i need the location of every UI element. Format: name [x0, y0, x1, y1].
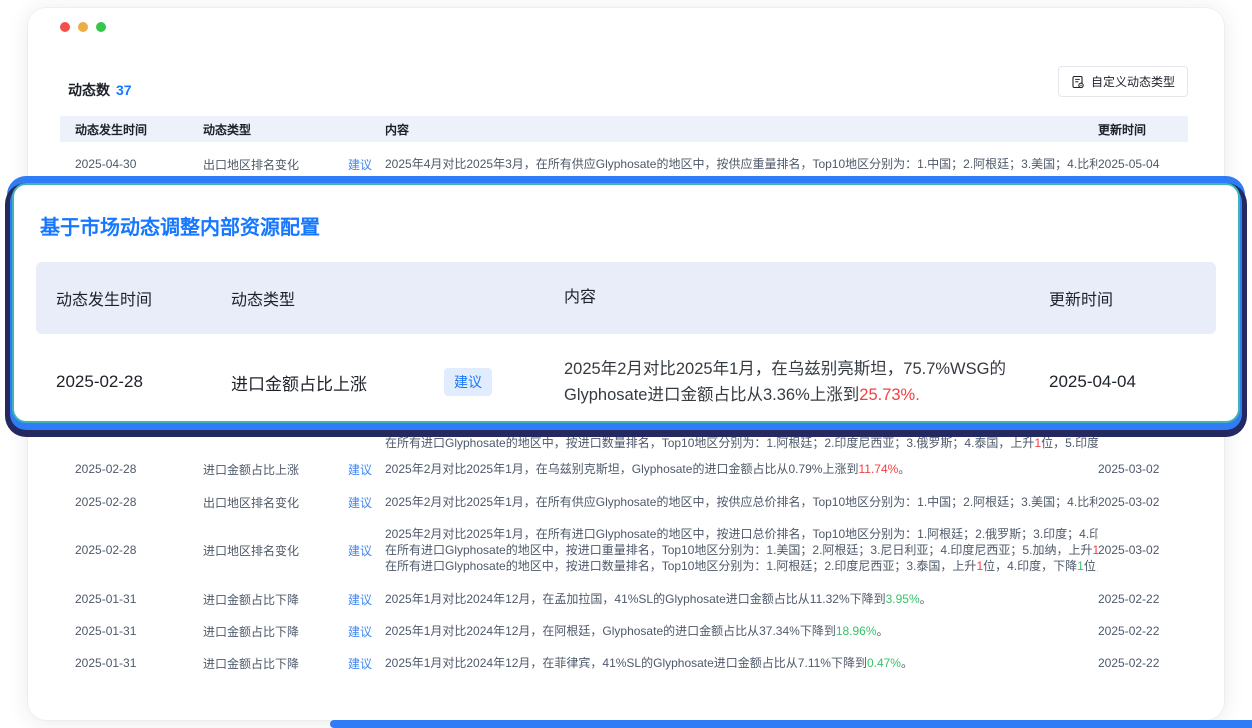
suggestion-link[interactable]: 建议 — [348, 424, 372, 438]
overlay-column-content: 内容 — [564, 285, 1049, 311]
row-date: 2025-02-28 — [60, 462, 203, 476]
table-header: 动态发生时间 动态类型 内容 更新时间 — [60, 116, 1188, 142]
overlay-column-updated: 更新时间 — [1049, 286, 1183, 310]
highlighted-row-card: 基于市场动态调整内部资源配置 动态发生时间 动态类型 内容 更新时间 2025-… — [12, 183, 1240, 423]
suggestion-link[interactable]: 建议 — [348, 463, 372, 477]
row-content: 2025年4月对比2025年3月，在所有供应Glyphosate的地区中，按供应… — [385, 156, 1098, 172]
suggestion-link[interactable]: 建议 — [348, 544, 372, 558]
row-type: 出口地区排名变化 — [203, 156, 348, 173]
table-row: 2025-02-28 进口金额占比上涨 建议 2025年2月对比2025年1月，… — [60, 454, 1188, 484]
customize-dynamic-type-label: 自定义动态类型 — [1091, 73, 1175, 90]
overlay-row-type: 进口金额占比上涨 — [231, 370, 444, 395]
column-header-updated: 更新时间 — [1098, 121, 1188, 138]
row-type: 进口地区排名变化 — [203, 422, 348, 439]
row-updated: 2025-03-02 — [1098, 462, 1188, 476]
overlay-suggestion-badge[interactable]: 建议 — [444, 368, 492, 396]
column-header-type: 动态类型 — [203, 121, 385, 138]
row-type: 进口地区排名变化 — [203, 542, 348, 559]
table-row: 2025-01-31 进口金额占比下降 建议 2025年1月对比2024年12月… — [60, 616, 1188, 646]
overlay-column-type: 动态类型 — [231, 286, 564, 310]
suggestion-link[interactable]: 建议 — [348, 593, 372, 607]
suggestion-link[interactable]: 建议 — [348, 625, 372, 639]
dynamics-count: 动态数 37 — [68, 80, 132, 100]
row-type: 出口地区排名变化 — [203, 494, 348, 511]
overlay-table-header: 动态发生时间 动态类型 内容 更新时间 — [36, 262, 1216, 334]
row-date: 2025-01-31 — [60, 624, 203, 638]
row-content: 2025年2月对比2025年1月，在所有供应Glyphosate的地区中，按供应… — [385, 494, 1098, 510]
row-updated: 2025-02-22 — [1098, 592, 1188, 606]
window-controls — [60, 22, 106, 32]
row-updated: 2025-03-04 — [1098, 422, 1188, 436]
row-updated: 2025-05-04 — [1098, 157, 1188, 171]
row-updated: 2025-02-22 — [1098, 624, 1188, 638]
maximize-window-icon[interactable] — [96, 22, 106, 32]
table-row: 2025-02-28 进口地区排名变化 建议 2025年2月对比2025年1月，… — [60, 520, 1188, 580]
row-type: 进口金额占比上涨 — [203, 461, 348, 478]
suggestion-link[interactable]: 建议 — [348, 496, 372, 510]
overlay-row-content: 2025年2月对比2025年1月，在乌兹别亮斯坦，75.7%WSG的Glypho… — [564, 356, 1049, 408]
overlay-column-date: 动态发生时间 — [36, 286, 231, 310]
dynamics-count-value: 37 — [116, 82, 132, 98]
column-header-date: 动态发生时间 — [60, 121, 203, 138]
row-date: 2025-01-31 — [60, 656, 203, 670]
minimize-window-icon[interactable] — [78, 22, 88, 32]
suggestion-link[interactable]: 建议 — [348, 158, 372, 172]
table-row: 2025-04-30 出口地区排名变化 建议 2025年4月对比2025年3月，… — [60, 149, 1188, 179]
row-updated: 2025-03-02 — [1098, 543, 1188, 557]
row-content: 2025年1月对比2024年12月，在菲律宾，41%SL的Glyphosate进… — [385, 655, 1098, 671]
overlay-row: 2025-02-28 进口金额占比上涨 建议 2025年2月对比2025年1月，… — [36, 340, 1216, 424]
bottom-accent-bar — [330, 720, 1252, 728]
overlay-row-date: 2025-02-28 — [36, 372, 231, 392]
overlay-table: 动态发生时间 动态类型 内容 更新时间 2025-02-28 进口金额占比上涨 … — [36, 262, 1216, 424]
row-content: 在所有进口Glyphosate的地区中，按进口数量排名，Top10地区分别为：1… — [385, 422, 1098, 451]
row-date: 2025-01-31 — [60, 592, 203, 606]
row-date: 2025-04-30 — [60, 157, 203, 171]
table-row: 2025-01-31 进口金额占比下降 建议 2025年1月对比2024年12月… — [60, 648, 1188, 678]
customize-dynamic-type-button[interactable]: 自定义动态类型 — [1058, 66, 1188, 97]
document-gear-icon — [1071, 75, 1085, 89]
row-date: 2025-02-28 — [60, 543, 203, 557]
overlay-title: 基于市场动态调整内部资源配置 — [40, 211, 1216, 240]
table-row: 2025-01-31 进口金额占比下降 建议 2025年1月对比2024年12月… — [60, 584, 1188, 614]
row-type: 进口金额占比下降 — [203, 591, 348, 608]
row-content: 2025年2月对比2025年1月，在乌兹别克斯坦，Glyphosate的进口金额… — [385, 461, 1098, 477]
close-window-icon[interactable] — [60, 22, 70, 32]
row-date: 2025-02-28 — [60, 495, 203, 509]
row-updated: 2025-03-02 — [1098, 495, 1188, 509]
table-row: 2025-02-28 出口地区排名变化 建议 2025年2月对比2025年1月，… — [60, 487, 1188, 517]
dynamics-count-label: 动态数 — [68, 82, 110, 98]
row-content: 2025年1月对比2024年12月，在孟加拉国，41%SL的Glyphosate… — [385, 591, 1098, 607]
row-type: 进口金额占比下降 — [203, 623, 348, 640]
row-content: 2025年2月对比2025年1月，在所有进口Glyphosate的地区中，按进口… — [385, 526, 1098, 574]
suggestion-link[interactable]: 建议 — [348, 657, 372, 671]
row-content: 2025年1月对比2024年12月，在阿根廷，Glyphosate的进口金额占比… — [385, 623, 1098, 639]
row-updated: 2025-02-22 — [1098, 656, 1188, 670]
row-date: 2025-02-28 — [60, 422, 203, 436]
column-header-content: 内容 — [385, 121, 1098, 138]
row-type: 进口金额占比下降 — [203, 655, 348, 672]
overlay-row-updated: 2025-04-04 — [1049, 372, 1183, 392]
